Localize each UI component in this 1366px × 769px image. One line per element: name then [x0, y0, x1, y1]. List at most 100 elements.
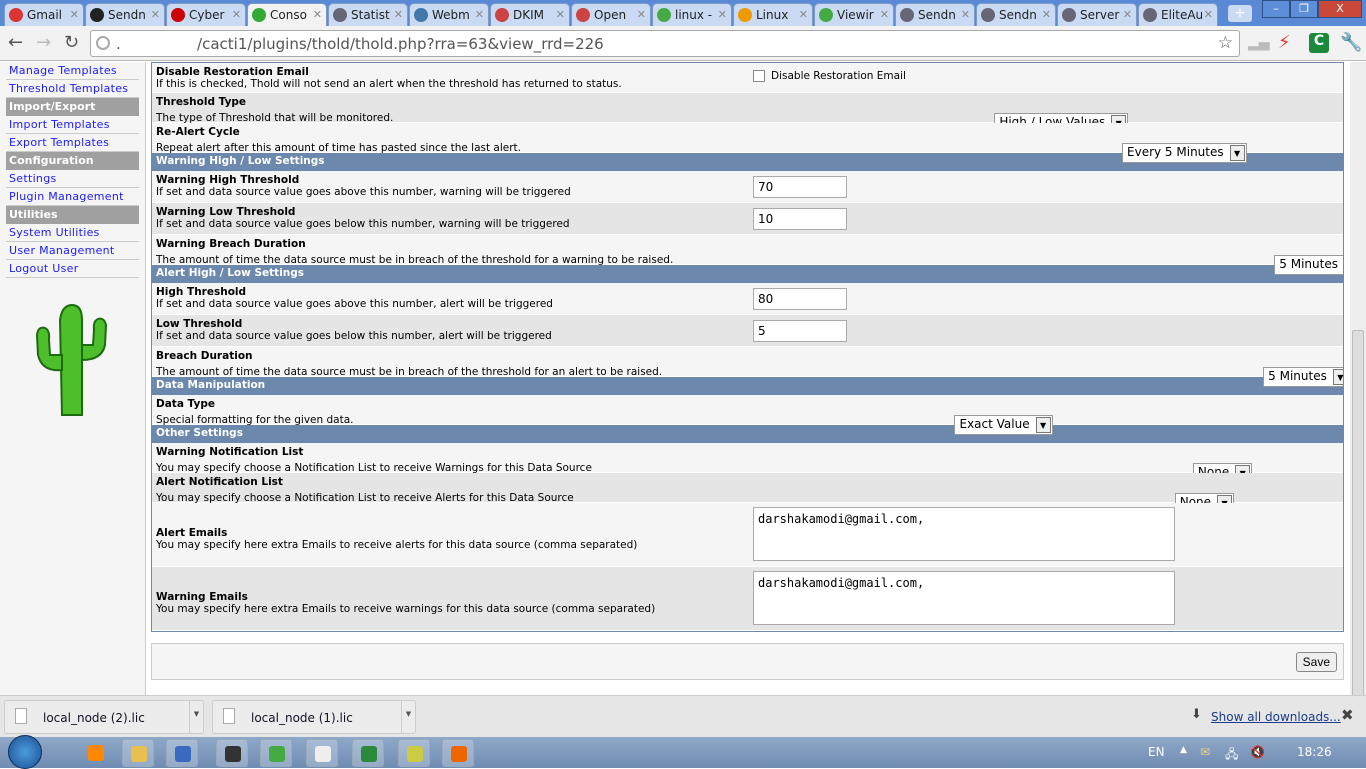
tab-title: Sendn — [918, 8, 956, 22]
tab-close-icon[interactable]: ✕ — [880, 8, 889, 21]
browser-tab[interactable]: Webm✕ — [409, 3, 489, 26]
tab-close-icon[interactable]: ✕ — [232, 8, 241, 21]
select-dropdown[interactable]: Every 5 Minutes▼ — [1122, 143, 1247, 163]
tab-close-icon[interactable]: ✕ — [1042, 8, 1051, 21]
select-dropdown[interactable]: 5 Minutes▼ — [1274, 255, 1344, 275]
browser-tab[interactable]: Sendn✕ — [976, 3, 1056, 26]
wrench-icon[interactable]: 🔧 — [1340, 32, 1362, 53]
sidebar-item[interactable]: Export Templates — [6, 134, 139, 152]
tab-close-icon[interactable]: ✕ — [799, 8, 808, 21]
close-window-button[interactable]: X — [1318, 0, 1362, 18]
taskbar-app[interactable] — [442, 739, 474, 767]
email-textarea[interactable]: darshakamodi@gmail.com, — [753, 571, 1175, 625]
field-title: Threshold Type — [156, 96, 1339, 108]
show-hidden-icons-icon[interactable]: ▲ — [1180, 745, 1187, 755]
select-dropdown[interactable]: Exact Value▼ — [954, 415, 1052, 435]
text-input[interactable]: 10 — [753, 208, 847, 230]
restore-button[interactable]: ❐ — [1290, 0, 1318, 18]
taskbar-app[interactable] — [352, 739, 384, 767]
tab-close-icon[interactable]: ✕ — [394, 8, 403, 21]
tab-close-icon[interactable]: ✕ — [1204, 8, 1213, 21]
tab-close-icon[interactable]: ✕ — [151, 8, 160, 21]
vertical-scrollbar[interactable] — [1350, 62, 1366, 695]
browser-tab[interactable]: Sendn✕ — [85, 3, 165, 26]
cacti-logo — [32, 300, 112, 420]
start-button[interactable] — [8, 735, 42, 769]
extension-bolt-icon[interactable]: ⚡ — [1278, 32, 1291, 53]
sidebar-item[interactable]: System Utilities — [6, 224, 139, 242]
sidebar-item[interactable]: Settings — [6, 170, 139, 188]
save-button[interactable]: Save — [1296, 652, 1337, 672]
chevron-down-icon[interactable]: ▼ — [189, 701, 203, 733]
taskbar-app[interactable] — [260, 739, 292, 767]
sidebar-item[interactable]: Import Templates — [6, 116, 139, 134]
tab-title: Viewir — [837, 8, 874, 22]
sidebar-item[interactable]: Logout User — [6, 260, 139, 278]
reload-icon[interactable]: ↻ — [64, 32, 79, 53]
download-item[interactable]: local_node (1).lic▼ — [212, 700, 416, 734]
taskbar-app[interactable] — [398, 739, 430, 767]
browser-tab[interactable]: Server ✕ — [1057, 3, 1137, 26]
sidebar-item[interactable]: User Management — [6, 242, 139, 260]
scrollbar-thumb[interactable] — [1352, 330, 1364, 738]
taskbar-app[interactable] — [216, 739, 248, 767]
download-item[interactable]: local_node (2).lic ▼ — [4, 700, 204, 734]
taskbar-app[interactable] — [80, 739, 112, 767]
language-indicator[interactable]: EN — [1148, 745, 1165, 759]
volume-muted-icon[interactable]: 🔇 — [1250, 745, 1265, 759]
extension-c-icon[interactable]: C — [1309, 33, 1329, 53]
taskbar-app[interactable] — [166, 739, 198, 767]
tab-title: Server — [1080, 8, 1119, 22]
browser-tab[interactable]: Conso✕ — [247, 3, 327, 26]
network-tray-icon[interactable]: 🖧 — [1225, 745, 1238, 766]
bookmark-star-icon[interactable]: ☆ — [1218, 33, 1233, 53]
address-bar[interactable]: . /cacti1/plugins/thold/thold.php?rra=63… — [90, 30, 1240, 57]
browser-tab[interactable]: Linux✕ — [733, 3, 813, 26]
sidebar-item[interactable]: Threshold Templates — [6, 80, 139, 98]
browser-tab[interactable]: Open✕ — [571, 3, 651, 26]
new-tab-button[interactable]: + — [1228, 5, 1252, 22]
browser-tab[interactable]: Viewir ✕ — [814, 3, 894, 26]
browser-tab[interactable]: DKIM✕ — [490, 3, 570, 26]
email-textarea[interactable]: darshakamodi@gmail.com, — [753, 507, 1175, 561]
signal-icon[interactable]: ▂▄ — [1248, 35, 1270, 51]
browser-tab[interactable]: Gmail✕ — [4, 3, 84, 26]
tab-close-icon[interactable]: ✕ — [556, 8, 565, 21]
taskbar-app[interactable] — [122, 739, 154, 767]
text-input[interactable]: 80 — [753, 288, 847, 310]
sidebar-item[interactable]: Manage Templates — [6, 62, 139, 80]
browser-tab[interactable]: Statist✕ — [328, 3, 408, 26]
text-input[interactable]: 70 — [753, 176, 847, 198]
browser-tab[interactable]: linux -✕ — [652, 3, 732, 26]
back-icon[interactable]: ← — [8, 32, 23, 53]
select-dropdown[interactable]: 5 Minutes▼ — [1263, 367, 1344, 387]
tab-close-icon[interactable]: ✕ — [1123, 8, 1132, 21]
field-description: You may specify here extra Emails to rec… — [156, 603, 655, 615]
close-icon[interactable]: ✖ — [1341, 706, 1354, 724]
clock[interactable]: 18:26 — [1297, 745, 1332, 759]
gmail-icon — [9, 8, 23, 22]
show-all-downloads-link[interactable]: Show all downloads... — [1211, 710, 1341, 724]
forward-icon[interactable]: → — [36, 32, 51, 53]
url-text: . /cacti1/plugins/thold/thold.php?rra=63… — [116, 35, 604, 53]
tab-close-icon[interactable]: ✕ — [475, 8, 484, 21]
taskbar-app[interactable] — [306, 739, 338, 767]
tab-close-icon[interactable]: ✕ — [70, 8, 79, 21]
tab-close-icon[interactable]: ✕ — [718, 8, 727, 21]
form-row: Warning High ThresholdIf set and data so… — [152, 171, 1343, 203]
mail-icon[interactable]: ✉ — [1200, 745, 1210, 759]
download-filename: local_node (2).lic — [43, 711, 145, 725]
page-icon — [738, 8, 752, 22]
sidebar-item[interactable]: Plugin Management — [6, 188, 139, 206]
browser-tab[interactable]: Cyber✕ — [166, 3, 246, 26]
browser-tab[interactable]: EliteAu✕ — [1138, 3, 1218, 26]
field-title: Warning Notification List — [156, 446, 1339, 458]
tab-close-icon[interactable]: ✕ — [637, 8, 646, 21]
text-input[interactable]: 5 — [753, 320, 847, 342]
chevron-down-icon[interactable]: ▼ — [401, 701, 415, 733]
minimize-button[interactable]: – — [1262, 0, 1290, 18]
disable-restoration-checkbox[interactable] — [753, 70, 765, 82]
tab-close-icon[interactable]: ✕ — [961, 8, 970, 21]
browser-tab[interactable]: Sendn ✕ — [895, 3, 975, 26]
tab-close-icon[interactable]: ✕ — [313, 8, 322, 21]
